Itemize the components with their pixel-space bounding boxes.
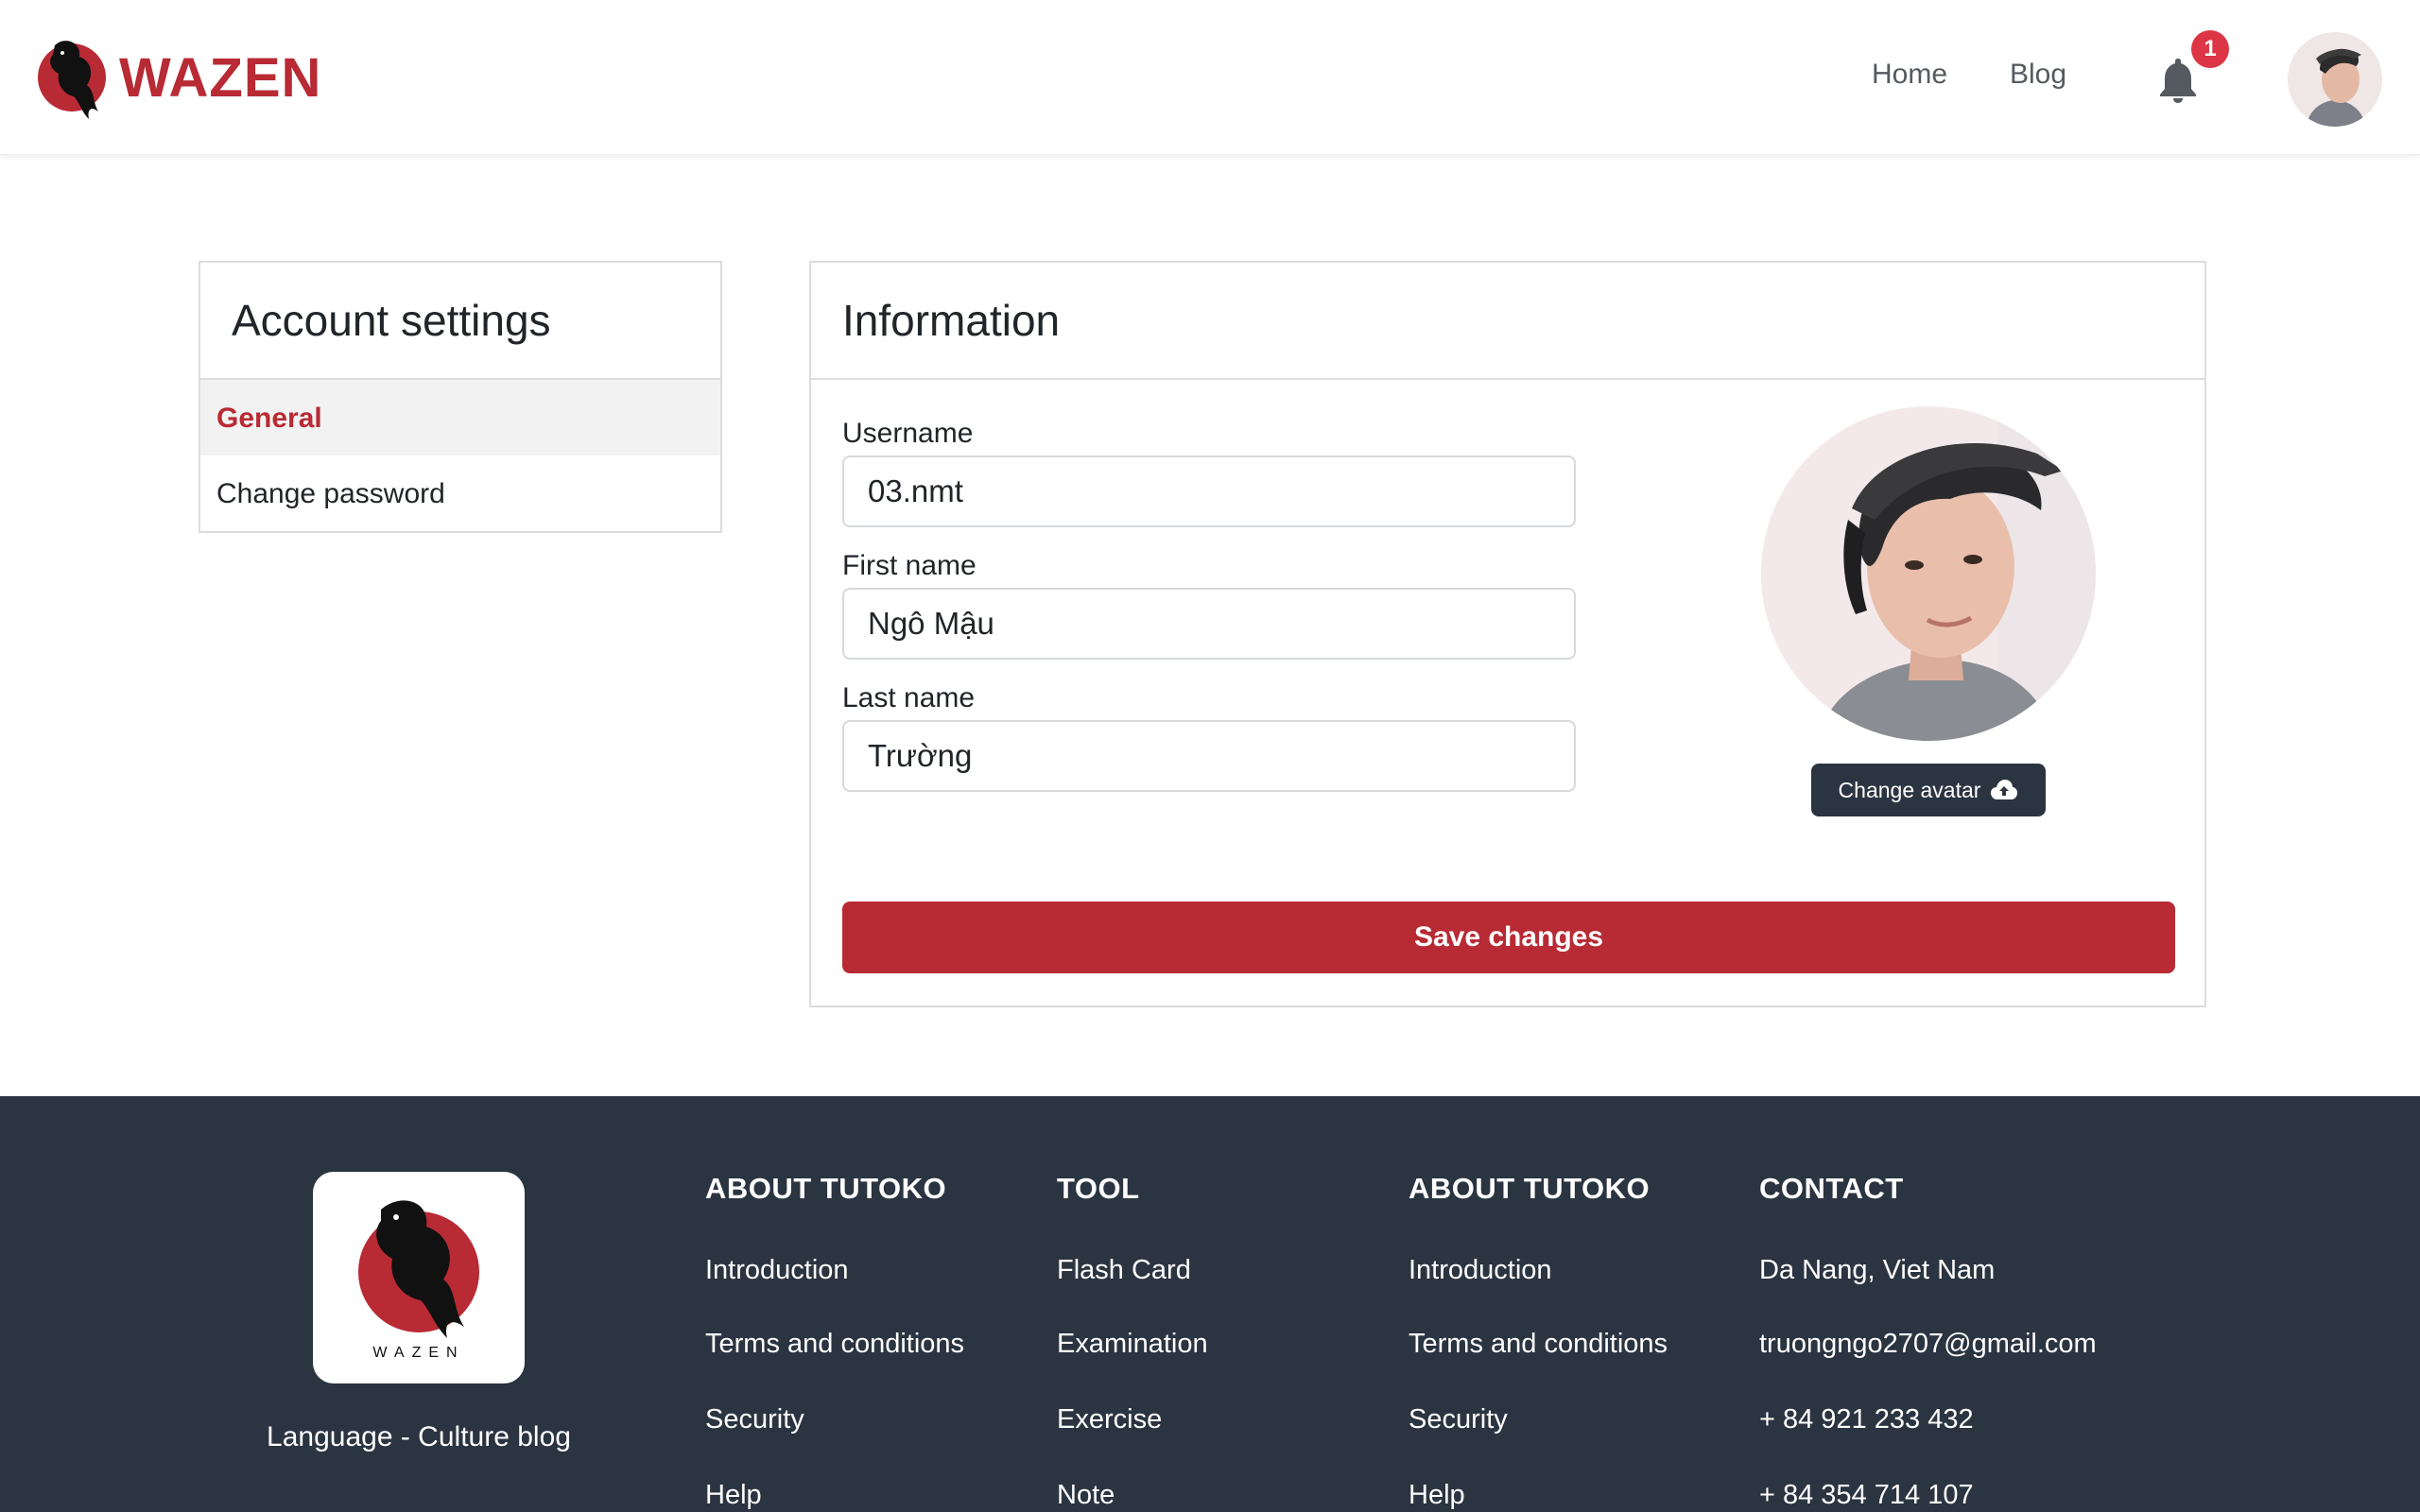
footer-link-examination[interactable]: Examination: [1057, 1297, 1208, 1372]
notification-bell-icon[interactable]: [2155, 55, 2201, 104]
footer-column-title: TOOL: [1057, 1172, 1140, 1205]
profile-avatar: [1761, 406, 2096, 741]
change-avatar-label: Change avatar: [1838, 777, 1981, 802]
sidebar-item-change-password[interactable]: Change password: [200, 455, 720, 531]
footer-link-terms[interactable]: Terms and conditions: [1409, 1297, 1668, 1372]
sidebar-item-general[interactable]: General: [200, 380, 720, 455]
footer-column-title: ABOUT TUTOKO: [1409, 1172, 1651, 1205]
last-name-field[interactable]: [842, 720, 1576, 792]
koi-logo-icon: [38, 41, 106, 119]
nav-blog-link[interactable]: Blog: [2010, 59, 2066, 91]
contact-phone-2[interactable]: + 84 354 714 107: [1759, 1448, 2097, 1512]
site-footer: WAZEN Language - Culture blog ABOUT TUTO…: [0, 1096, 2420, 1512]
contact-phone-1[interactable]: + 84 921 233 432: [1759, 1372, 2097, 1448]
footer-link-security[interactable]: Security: [1409, 1372, 1668, 1448]
footer-tagline: Language - Culture blog: [267, 1421, 571, 1452]
username-field[interactable]: [842, 455, 1576, 527]
profile-avatar-image: [1761, 406, 2096, 741]
footer-link-note[interactable]: Note: [1057, 1448, 1208, 1512]
footer-link-introduction[interactable]: Introduction: [705, 1221, 964, 1297]
nav-home-link[interactable]: Home: [1872, 59, 1947, 91]
avatar-image: [2288, 32, 2382, 127]
user-avatar[interactable]: [2288, 32, 2382, 127]
cloud-upload-icon: [1991, 780, 2018, 799]
footer-column-contact: CONTACT Da Nang, Viet Nam truongngo2707@…: [1759, 1172, 2097, 1512]
footer-link-flash-card[interactable]: Flash Card: [1057, 1221, 1208, 1297]
last-name-label: Last name: [842, 682, 976, 713]
brand-link[interactable]: WAZEN: [36, 32, 321, 123]
footer-column-title: ABOUT TUTOKO: [705, 1172, 947, 1205]
footer-logo[interactable]: WAZEN: [313, 1172, 525, 1383]
contact-email-link[interactable]: truongngo2707@gmail.com: [1759, 1297, 2097, 1372]
save-changes-button[interactable]: Save changes: [842, 902, 2175, 973]
notification-count-badge: 1: [2191, 30, 2229, 68]
information-card: Information Username First name Last nam…: [809, 261, 2206, 1007]
top-navbar: WAZEN Home Blog 1: [0, 0, 2420, 155]
footer-link-exercise[interactable]: Exercise: [1057, 1372, 1208, 1448]
footer-column-about: ABOUT TUTOKO Introduction Terms and cond…: [705, 1172, 964, 1512]
footer-column-title: CONTACT: [1759, 1172, 1904, 1205]
footer-column-tool: TOOL Flash Card Examination Exercise Not…: [1057, 1172, 1208, 1512]
information-title: Information: [811, 263, 2204, 380]
footer-link-security[interactable]: Security: [705, 1372, 964, 1448]
footer-link-terms[interactable]: Terms and conditions: [705, 1297, 964, 1372]
footer-link-help[interactable]: Help: [1409, 1448, 1668, 1512]
footer-link-introduction[interactable]: Introduction: [1409, 1221, 1668, 1297]
footer-logo-text: WAZEN: [372, 1345, 464, 1361]
sidebar-title: Account settings: [200, 263, 720, 380]
contact-address: Da Nang, Viet Nam: [1759, 1255, 1996, 1285]
first-name-label: First name: [842, 550, 977, 581]
account-settings-sidebar: Account settings General Change password: [199, 261, 722, 533]
first-name-field[interactable]: [842, 588, 1576, 660]
username-label: Username: [842, 418, 974, 449]
brand-name: WAZEN: [119, 46, 322, 109]
footer-link-help[interactable]: Help: [705, 1448, 964, 1512]
footer-koi-logo-icon: WAZEN: [358, 1200, 479, 1361]
footer-column-about-2: ABOUT TUTOKO Introduction Terms and cond…: [1409, 1172, 1668, 1512]
change-avatar-button[interactable]: Change avatar: [1811, 764, 2046, 816]
